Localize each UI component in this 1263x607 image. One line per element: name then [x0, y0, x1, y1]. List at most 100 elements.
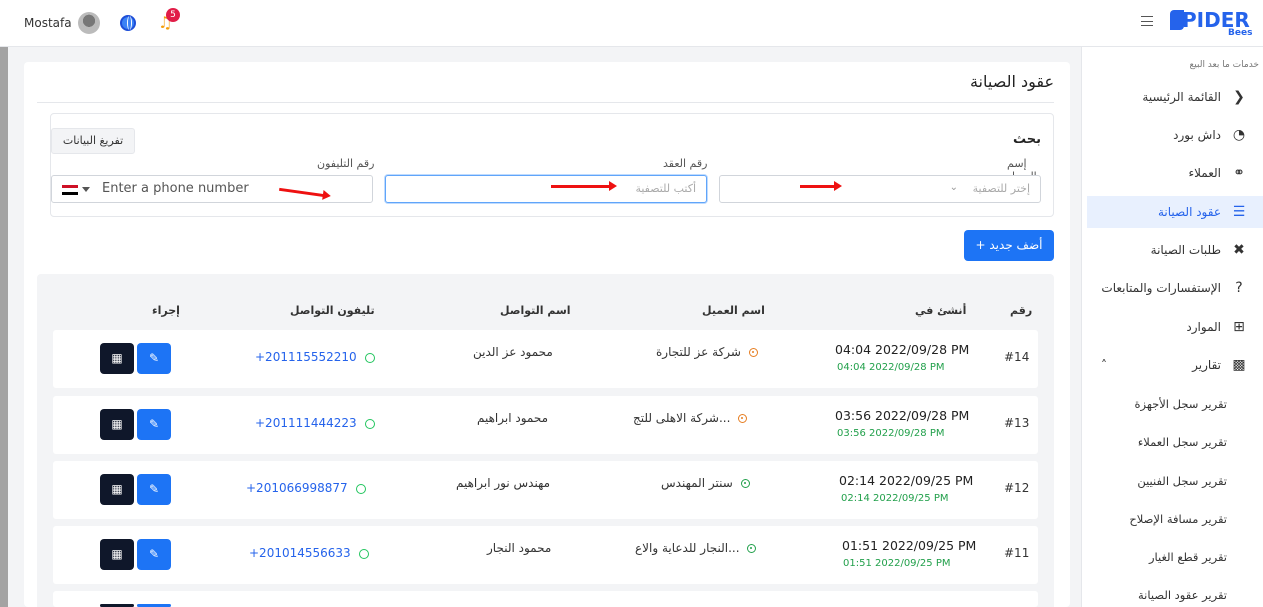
user-name: Mostafa — [24, 16, 72, 30]
caret-down-icon[interactable] — [82, 187, 90, 192]
phone-number-label: رقم التليفون — [317, 157, 375, 170]
avatar — [77, 12, 100, 34]
contract-number[interactable]: #12 — [1004, 481, 1029, 495]
search-title: بحث — [1012, 132, 1041, 147]
sidebar-item-main-menu[interactable]: القائمة الرئيسية ❯ — [1087, 81, 1263, 113]
sidebar-item-label: العملاء — [1188, 166, 1221, 180]
sidebar-item-clients[interactable]: العملاء ⚭ — [1087, 157, 1263, 189]
chevron-left-icon: ❯ — [1233, 89, 1245, 105]
sidebar-item-label: طلبات الصيانة — [1150, 243, 1221, 257]
contact-phone[interactable]: +201111444223 — [255, 416, 375, 430]
column-header-phone: تليفون التواصل — [290, 304, 375, 317]
client-name[interactable]: سنتر المهندس — [661, 476, 750, 490]
sidebar-item-label: الإستفسارات والمتابعات — [1101, 281, 1221, 295]
pencil-icon: ✎ — [148, 547, 160, 561]
view-button[interactable]: ▦ — [100, 409, 134, 440]
column-header-contact: اسم التواصل — [500, 304, 571, 317]
status-icon — [740, 479, 750, 488]
contact-name: محمود ابراهيم — [477, 411, 549, 425]
client-name-text: سنتر المهندس — [661, 476, 733, 490]
client-name[interactable]: النجار للدعاية والاع... — [635, 541, 757, 555]
sidebar-item-label: داش بورد — [1173, 128, 1221, 142]
clear-data-button[interactable]: تفريغ البيانات — [51, 128, 135, 154]
phone-input-placeholder: Enter a phone number — [102, 181, 249, 196]
created-at: 04:04 2022/09/28 PM — [835, 342, 970, 357]
sidebar-subitem-technicians-report[interactable]: تقرير سجل الفنيين — [1137, 474, 1227, 488]
whatsapp-icon — [355, 483, 366, 494]
table-row: #12 02:14 2022/09/25 PM 02:14 2022/09/25… — [53, 461, 1038, 519]
dashboard-icon: ◔ — [1232, 127, 1246, 143]
sidebar-subitem-devices-report[interactable]: تقرير سجل الأجهزة — [1134, 397, 1227, 411]
contact-phone-text: +201014556633 — [249, 546, 351, 560]
sidebar-item-resources[interactable]: الموارد ⊞ — [1087, 311, 1263, 343]
sidebar-subitem-contracts-report[interactable]: تقرير عقود الصيانة — [1138, 588, 1227, 602]
view-button[interactable]: ▦ — [100, 539, 134, 570]
grid-icon: ▦ — [111, 351, 123, 365]
contract-number[interactable]: #13 — [1004, 416, 1029, 430]
grid-icon: ▦ — [111, 417, 123, 431]
question-icon: ? — [1235, 280, 1243, 296]
contract-number-input[interactable]: أكتب للتصفية — [385, 175, 707, 203]
menu-toggle-icon[interactable] — [1141, 16, 1153, 26]
status-icon — [748, 348, 758, 357]
user-menu[interactable]: Mostafa — [24, 12, 100, 34]
contact-phone[interactable]: +201014556633 — [249, 546, 369, 560]
top-bar: Mostafa ♫ 5 PIDER Bees — [0, 0, 1263, 47]
edit-button[interactable]: ✎ — [137, 474, 171, 505]
sidebar-item-maintenance-requests[interactable]: طلبات الصيانة ✖ — [1087, 234, 1263, 266]
chevron-up-icon: ˄ — [1101, 358, 1107, 372]
tools-icon: ✖ — [1233, 242, 1245, 258]
sidebar-item-label: تقارير — [1192, 358, 1221, 372]
chevron-down-icon: ⌄ — [949, 182, 958, 193]
client-select[interactable]: إختر للتصفية ⌄ — [719, 175, 1041, 203]
column-header-created: أنشئ في — [915, 304, 967, 317]
view-button[interactable]: ▦ — [100, 343, 134, 374]
contract-number-label: رقم العقد — [663, 157, 708, 170]
edit-button[interactable]: ✎ — [137, 539, 171, 570]
client-name-text: شركة عز للتجارة — [656, 345, 741, 359]
pencil-icon: ✎ — [148, 482, 160, 496]
sidebar-item-label: الموارد — [1186, 320, 1221, 334]
annotation-arrow — [800, 181, 842, 191]
contract-number[interactable]: #11 — [1004, 546, 1029, 560]
table-row: #14 04:04 2022/09/28 PM 04:04 2022/09/28… — [53, 330, 1038, 388]
page-title: عقود الصيانة — [969, 72, 1054, 91]
updated-at: 04:04 2022/09/28 PM — [837, 362, 945, 373]
view-button[interactable]: ▦ — [100, 474, 134, 505]
sidebar-subitem-spare-parts-report[interactable]: تقرير قطع الغيار — [1149, 550, 1227, 564]
sidebar: خدمات ما بعد البيع القائمة الرئيسية ❯ دا… — [1081, 47, 1263, 607]
sidebar-item-dashboard[interactable]: داش بورد ◔ — [1087, 119, 1263, 151]
sidebar-item-inquiries[interactable]: الإستفسارات والمتابعات ? — [1087, 272, 1263, 304]
edit-button[interactable]: ✎ — [137, 409, 171, 440]
client-name[interactable]: شركة عز للتجارة — [656, 345, 758, 359]
reports-icon: ▩ — [1232, 357, 1246, 373]
client-name[interactable]: شركة الاهلى للتج... — [633, 411, 748, 425]
list-icon: ☰ — [1232, 204, 1246, 220]
sidebar-item-maintenance-contracts[interactable]: عقود الصيانة ☰ — [1087, 196, 1263, 228]
pencil-icon: ✎ — [148, 417, 160, 431]
status-icon — [738, 414, 748, 423]
globe-icon[interactable] — [120, 15, 136, 31]
created-at: 02:14 2022/09/25 PM — [839, 473, 974, 488]
contracts-table: رقم أنشئ في اسم العميل اسم التواصل تليفو… — [37, 274, 1054, 607]
divider — [37, 102, 1054, 103]
sidebar-subitem-clients-report[interactable]: تقرير سجل العملاء — [1138, 435, 1227, 449]
users-icon: ⚭ — [1233, 165, 1245, 181]
contact-name: محمود النجار — [487, 541, 552, 555]
resources-icon: ⊞ — [1233, 319, 1245, 335]
contact-phone-text: +201066998877 — [246, 481, 348, 495]
contract-number[interactable]: #14 — [1004, 350, 1029, 364]
column-header-action: إجراء — [152, 304, 180, 317]
edit-button[interactable]: ✎ — [137, 343, 171, 374]
sidebar-item-reports[interactable]: ˄ تقارير ▩ — [1087, 349, 1263, 381]
egypt-flag-icon[interactable] — [62, 185, 78, 195]
sidebar-subitem-repair-distance-report[interactable]: تقرير مسافة الإصلاح — [1129, 512, 1227, 526]
contact-phone-text: +201111444223 — [255, 416, 357, 430]
add-new-button[interactable]: + أضف جديد — [964, 230, 1054, 261]
client-name-text: النجار للدعاية والاع... — [635, 541, 740, 555]
whatsapp-icon — [358, 548, 369, 559]
contact-phone[interactable]: +201066998877 — [246, 481, 366, 495]
contact-phone[interactable]: +201115552210 — [255, 350, 375, 364]
client-name-text: شركة الاهلى للتج... — [633, 411, 731, 425]
pencil-icon: ✎ — [148, 351, 160, 365]
